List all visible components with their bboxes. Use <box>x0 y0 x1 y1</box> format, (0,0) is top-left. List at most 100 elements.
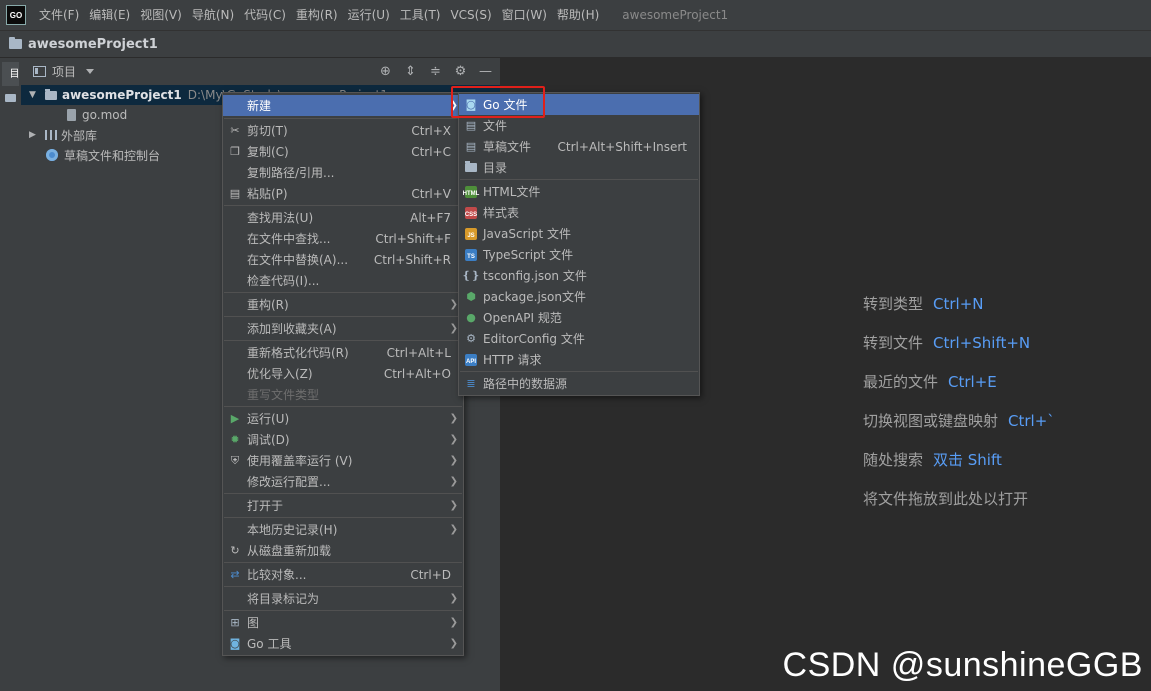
menu-item-mark-directory-as[interactable]: 将目录标记为 ❯ <box>223 588 463 609</box>
menu-file[interactable]: 文件(F) <box>34 0 84 30</box>
folder-icon <box>45 88 57 100</box>
hint-shortcut: Ctrl+Shift+N <box>933 334 1031 352</box>
menu-item-label: 修改运行配置... <box>247 475 331 489</box>
gear-icon[interactable]: ⚙ <box>452 63 469 80</box>
project-tool-tab[interactable]: 项目 <box>2 62 33 86</box>
chevron-down-icon[interactable] <box>86 69 95 74</box>
menu-item-inspect-code[interactable]: 检查代码(I)... <box>223 270 463 291</box>
submenu-item-http-request[interactable]: API HTTP 请求 <box>459 349 699 370</box>
submenu-item-scratch-file[interactable]: ▤ 草稿文件 Ctrl+Alt+Shift+Insert <box>459 136 699 157</box>
submenu-item-typescript-file[interactable]: TS TypeScript 文件 <box>459 244 699 265</box>
menu-separator <box>224 493 462 494</box>
menu-item-label: 本地历史记录(H) <box>247 523 338 537</box>
context-menu: 新建 ❯ ✂ 剪切(T) Ctrl+X ❐ 复制(C) Ctrl+C 复制路径/引用...… <box>222 92 464 656</box>
submenu-item-label: 路径中的数据源 <box>483 377 568 391</box>
hint-shortcut: Ctrl+E <box>948 373 997 391</box>
locate-icon[interactable]: ⊕ <box>377 63 394 80</box>
hint-search-everywhere: 随处搜索 双击 Shift <box>863 449 1002 470</box>
submenu-item-shortcut: Ctrl+Alt+Shift+Insert <box>557 139 687 154</box>
menu-item-replace-in-files[interactable]: 在文件中替换(A)... Ctrl+Shift+R <box>223 249 463 270</box>
package-json-icon: ⬢ <box>466 290 476 303</box>
menu-item-copy[interactable]: ❐ 复制(C) Ctrl+C <box>223 141 463 162</box>
submenu-item-file[interactable]: ▤ 文件 <box>459 115 699 136</box>
menu-separator <box>224 562 462 563</box>
menu-item-reformat-code[interactable]: 重新格式化代码(R) Ctrl+Alt+L <box>223 342 463 363</box>
menu-item-debug[interactable]: ✹ 调试(D) ❯ <box>223 429 463 450</box>
menu-item-label: 检查代码(I)... <box>247 274 320 288</box>
menu-item-run-with-coverage[interactable]: ⛨ 使用覆盖率运行 (V) ❯ <box>223 450 463 471</box>
collapse-all-icon[interactable]: ≑ <box>427 63 444 80</box>
diagram-icon: ⊞ <box>230 616 240 629</box>
menu-run[interactable]: 运行(U) <box>343 0 395 30</box>
menu-item-shortcut: Ctrl+Shift+F <box>375 231 451 246</box>
menu-item-label: 添加到收藏夹(A) <box>247 322 337 336</box>
submenu-item-package-json[interactable]: ⬢ package.json文件 <box>459 286 699 307</box>
left-tool-strip: 项目 <box>0 58 33 691</box>
menu-code[interactable]: 代码(C) <box>239 0 291 30</box>
menu-tools[interactable]: 工具(T) <box>395 0 446 30</box>
menu-separator <box>460 371 698 372</box>
menu-item-label: 查找用法(U) <box>247 211 314 225</box>
chevron-right-icon: ❯ <box>449 299 458 310</box>
menu-item-paste[interactable]: ▤ 粘贴(P) Ctrl+V <box>223 183 463 204</box>
menu-item-modify-run-config[interactable]: 修改运行配置... ❯ <box>223 471 463 492</box>
menu-item-copy-path[interactable]: 复制路径/引用... <box>223 162 463 183</box>
hint-shortcut: 双击 Shift <box>933 451 1002 469</box>
menu-item-label: 在文件中替换(A)... <box>247 253 349 267</box>
run-icon: ▶ <box>230 412 240 425</box>
reload-icon: ↻ <box>230 544 240 557</box>
annotation-highlight-box <box>451 86 545 118</box>
submenu-item-tsconfig[interactable]: ❴❵ tsconfig.json 文件 <box>459 265 699 286</box>
menu-item-local-history[interactable]: 本地历史记录(H) ❯ <box>223 519 463 540</box>
tree-item-label: 草稿文件和控制台 <box>64 148 161 163</box>
menu-item-cut[interactable]: ✂ 剪切(T) Ctrl+X <box>223 120 463 141</box>
menu-item-label: 重构(R) <box>247 298 289 312</box>
menu-view[interactable]: 视图(V) <box>135 0 187 30</box>
http-request-icon: API <box>465 353 477 366</box>
submenu-item-javascript-file[interactable]: JS JavaScript 文件 <box>459 223 699 244</box>
chevron-right-icon[interactable]: ▶ <box>29 130 39 140</box>
menu-item-label: 新建 <box>247 99 272 113</box>
project-panel-title[interactable]: 项目 <box>52 63 76 80</box>
menu-item-diagrams[interactable]: ⊞ 图 ❯ <box>223 612 463 633</box>
submenu-item-openapi[interactable]: ● OpenAPI 规范 <box>459 307 699 328</box>
menu-item-shortcut: Ctrl+X <box>411 123 451 138</box>
submenu-item-directory[interactable]: 目录 <box>459 157 699 178</box>
menu-item-new[interactable]: 新建 ❯ <box>223 95 463 116</box>
menu-window[interactable]: 窗口(W) <box>497 0 552 30</box>
chevron-down-icon[interactable]: ▼ <box>29 90 39 100</box>
menu-item-open-in[interactable]: 打开于 ❯ <box>223 495 463 516</box>
breadcrumb: awesomeProject1 <box>0 30 1151 58</box>
hide-panel-icon[interactable]: — <box>477 63 494 80</box>
menu-item-label: 剪切(T) <box>247 124 288 138</box>
breadcrumb-project[interactable]: awesomeProject1 <box>28 37 158 52</box>
menu-help[interactable]: 帮助(H) <box>552 0 604 30</box>
submenu-item-editorconfig[interactable]: ⚙ EditorConfig 文件 <box>459 328 699 349</box>
menu-item-go-tools[interactable]: ◙ Go 工具 ❯ <box>223 633 463 654</box>
menu-item-compare-with[interactable]: ⇄ 比较对象... Ctrl+D <box>223 564 463 585</box>
library-icon <box>45 130 57 140</box>
menu-item-find-in-files[interactable]: 在文件中查找... Ctrl+Shift+F <box>223 228 463 249</box>
submenu-item-html-file[interactable]: HTML HTML文件 <box>459 181 699 202</box>
menu-refactor[interactable]: 重构(R) <box>291 0 343 30</box>
menu-item-find-usages[interactable]: 查找用法(U) Alt+F7 <box>223 207 463 228</box>
menu-item-label: 运行(U) <box>247 412 290 426</box>
menu-item-optimize-imports[interactable]: 优化导入(Z) Ctrl+Alt+O <box>223 363 463 384</box>
menu-item-refactor[interactable]: 重构(R) ❯ <box>223 294 463 315</box>
menu-navigate[interactable]: 导航(N) <box>187 0 239 30</box>
scissors-icon: ✂ <box>230 124 240 137</box>
submenu-item-datasource[interactable]: ≣ 路径中的数据源 <box>459 373 699 394</box>
menu-vcs[interactable]: VCS(S) <box>445 0 496 30</box>
menu-item-label: 从磁盘重新加载 <box>247 544 332 558</box>
menu-item-run[interactable]: ▶ 运行(U) ❯ <box>223 408 463 429</box>
menu-item-reload-from-disk[interactable]: ↻ 从磁盘重新加载 <box>223 540 463 561</box>
chevron-right-icon: ❯ <box>449 500 458 511</box>
chevron-right-icon: ❯ <box>449 593 458 604</box>
submenu-item-stylesheet[interactable]: CSS 样式表 <box>459 202 699 223</box>
editorconfig-icon: ⚙ <box>466 332 476 345</box>
chevron-right-icon: ❯ <box>449 617 458 628</box>
menu-item-add-to-favorites[interactable]: 添加到收藏夹(A) ❯ <box>223 318 463 339</box>
chevron-right-icon: ❯ <box>449 638 458 649</box>
menu-edit[interactable]: 编辑(E) <box>84 0 135 30</box>
expand-all-icon[interactable]: ⇕ <box>402 63 419 80</box>
